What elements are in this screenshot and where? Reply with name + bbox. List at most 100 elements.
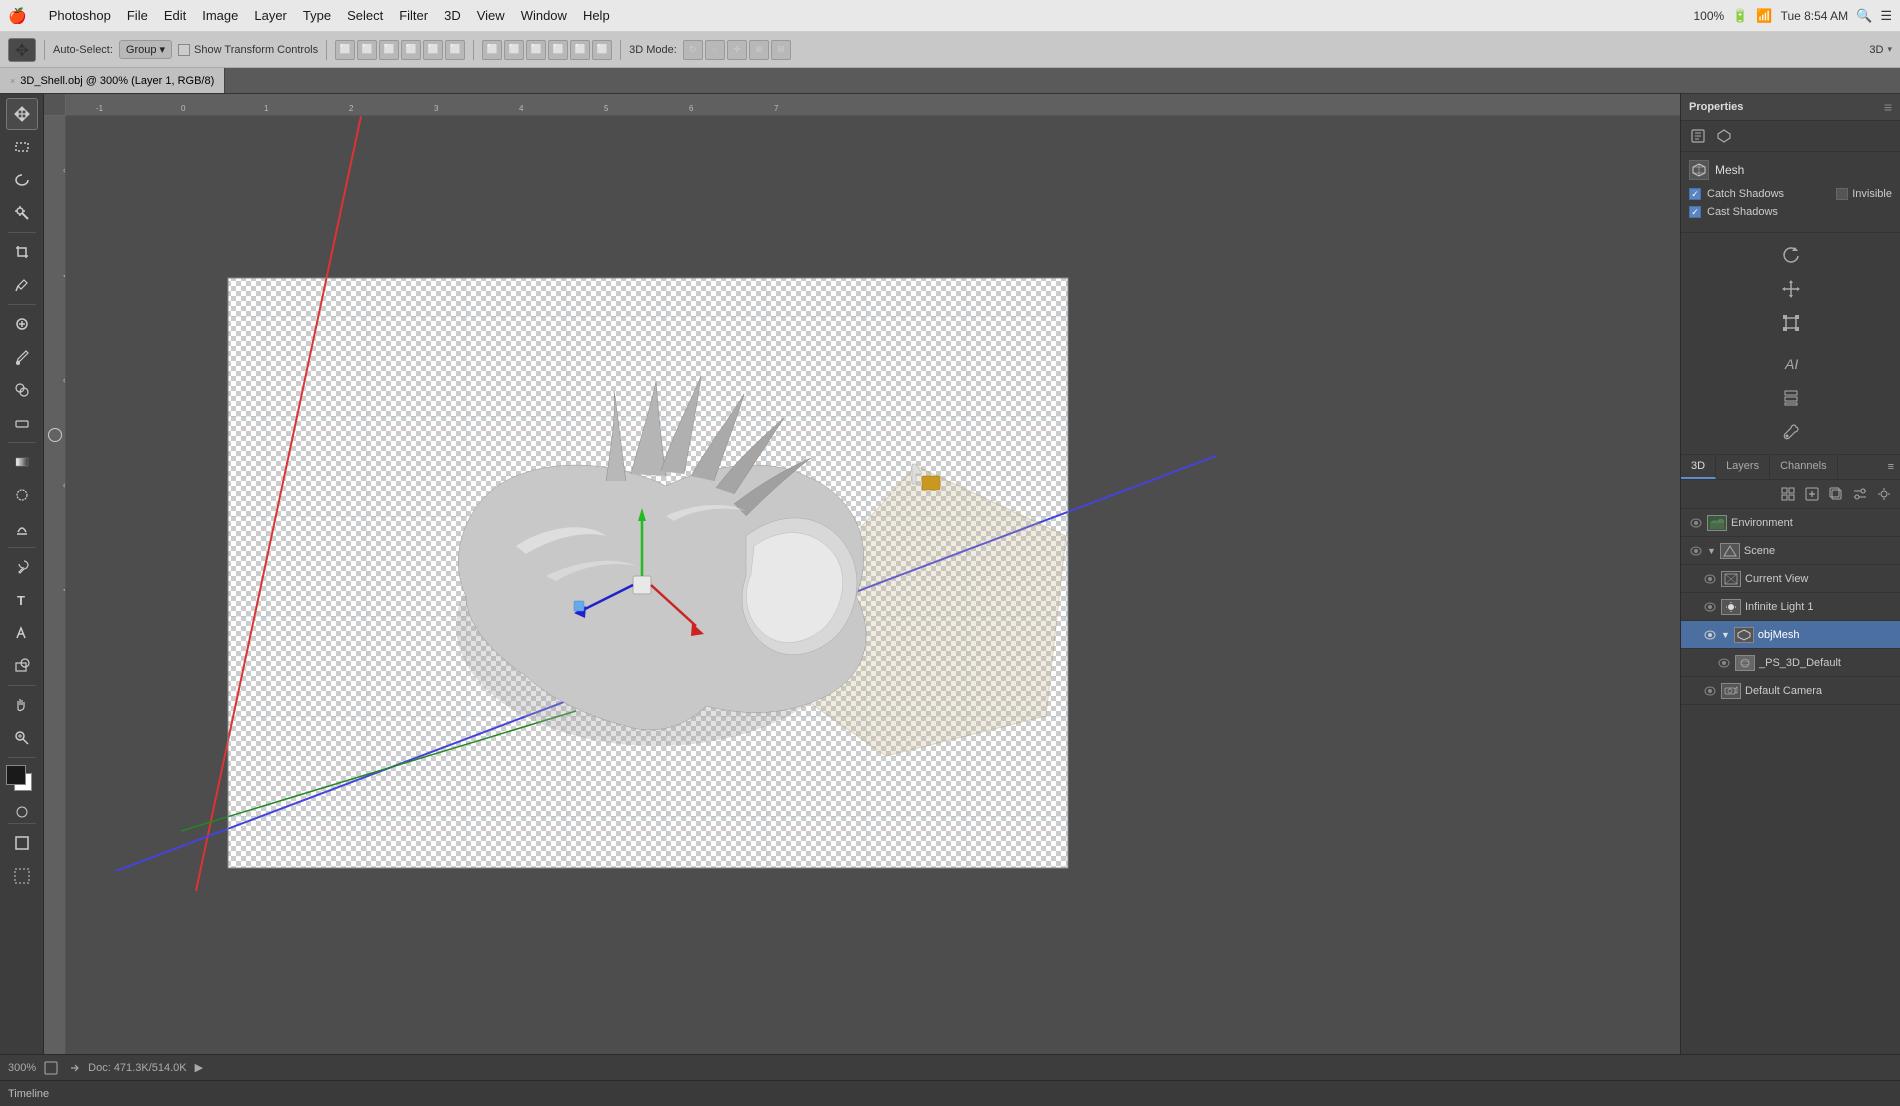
rotate-icon[interactable] (1777, 241, 1805, 269)
scene-expand-arrow[interactable]: ▼ (1707, 546, 1716, 556)
align-left-icon[interactable]: ⬜ (335, 40, 355, 60)
apple-logo-icon[interactable]: 🍎 (8, 7, 27, 25)
canvas-size-indicator[interactable] (44, 1061, 58, 1075)
brush-tool-btn[interactable] (6, 341, 38, 373)
distribute-center-v-icon[interactable]: ⬜ (548, 40, 568, 60)
layer-item-infinite-light[interactable]: Infinite Light 1 (1681, 593, 1900, 621)
panel-menu-icon[interactable]: ≡ (1888, 461, 1894, 473)
menu-edit[interactable]: Edit (156, 6, 194, 25)
menu-photoshop[interactable]: Photoshop (41, 6, 119, 25)
wrench-icon[interactable] (1777, 418, 1805, 446)
menu-extra-icon[interactable]: ☰ (1880, 8, 1892, 24)
scale-icon[interactable] (1777, 309, 1805, 337)
menu-window[interactable]: Window (513, 6, 575, 25)
shape-tool-btn[interactable] (6, 650, 38, 682)
mode-dropdown-arrow[interactable]: ▾ (1887, 44, 1892, 55)
hand-tool-btn[interactable] (6, 689, 38, 721)
3d-scale-icon[interactable]: ⊞ (771, 40, 791, 60)
screen-mode-btn[interactable] (6, 827, 38, 859)
layer-vis-objmesh[interactable] (1703, 628, 1717, 642)
3d-rotate-icon[interactable]: ↻ (683, 40, 703, 60)
distribute-v-icon[interactable]: ⬜ (504, 40, 524, 60)
cast-shadows-checkbox[interactable] (1689, 206, 1701, 218)
properties-filter-icon[interactable] (1687, 125, 1709, 147)
distribute-bottom-icon[interactable]: ⬜ (592, 40, 612, 60)
rectangle-select-tool-btn[interactable] (6, 131, 38, 163)
pen-tool-btn[interactable] (6, 551, 38, 583)
invisible-checkbox[interactable] (1836, 188, 1848, 200)
layer-item-ps3d-default[interactable]: _PS_3D_Default (1681, 649, 1900, 677)
layer-item-current-view[interactable]: Current View (1681, 565, 1900, 593)
distribute-right-icon[interactable]: ⬜ (570, 40, 590, 60)
layer-vis-infinite-light[interactable] (1703, 600, 1717, 614)
menu-filter[interactable]: Filter (391, 6, 436, 25)
blur-tool-btn[interactable] (6, 479, 38, 511)
tab-layers[interactable]: Layers (1716, 455, 1770, 479)
distribute-h-icon[interactable]: ⬜ (482, 40, 502, 60)
settings-icon[interactable] (1777, 384, 1805, 412)
path-select-tool-btn[interactable] (6, 617, 38, 649)
menu-help[interactable]: Help (575, 6, 618, 25)
layer-light-icon[interactable] (1874, 484, 1894, 504)
3d-roll-icon[interactable]: ○ (705, 40, 725, 60)
menu-file[interactable]: File (119, 6, 156, 25)
layer-item-default-camera[interactable]: Default Camera (1681, 677, 1900, 705)
menu-layer[interactable]: Layer (246, 6, 295, 25)
eyedropper-tool-btn[interactable] (6, 269, 38, 301)
type-icon[interactable]: AI (1777, 350, 1805, 378)
menu-image[interactable]: Image (194, 6, 246, 25)
magic-wand-tool-btn[interactable] (6, 197, 38, 229)
lasso-tool-btn[interactable] (6, 164, 38, 196)
healing-tool-btn[interactable] (6, 308, 38, 340)
share-indicator[interactable] (66, 1061, 80, 1075)
tab-close-btn[interactable]: × (10, 76, 15, 86)
type-tool-btn[interactable]: T (6, 584, 38, 616)
doc-info-arrow[interactable]: ▶ (195, 1061, 203, 1074)
layer-arrange-icon[interactable] (1778, 484, 1798, 504)
search-icon[interactable]: 🔍 (1856, 8, 1872, 24)
layer-copy-icon[interactable] (1826, 484, 1846, 504)
align-center-h-icon[interactable]: ⬜ (357, 40, 377, 60)
document-tab[interactable]: × 3D_Shell.obj @ 300% (Layer 1, RGB/8) (0, 68, 225, 93)
gradient-tool-btn[interactable] (6, 446, 38, 478)
canvas-area[interactable]: -1 0 1 2 3 4 5 6 7 0 1 2 3 4 (44, 94, 1680, 1080)
eraser-tool-btn[interactable] (6, 407, 38, 439)
layer-add-icon[interactable] (1802, 484, 1822, 504)
auto-select-dropdown[interactable]: Group ▾ (119, 40, 172, 59)
3d-slide-icon[interactable]: ⊕ (749, 40, 769, 60)
crop-tool-btn[interactable] (6, 236, 38, 268)
layers-list[interactable]: Environment ▼ Scene (1681, 509, 1900, 1080)
align-center-v-icon[interactable]: ⬜ (423, 40, 443, 60)
menu-3d[interactable]: 3D (436, 6, 469, 25)
move-tool-icon[interactable] (8, 38, 36, 62)
color-swatches[interactable] (4, 765, 40, 797)
align-top-icon[interactable]: ⬜ (401, 40, 421, 60)
layer-vis-ps3d-default[interactable] (1717, 656, 1731, 670)
quick-mask-icon[interactable] (14, 804, 30, 820)
distribute-center-h-icon[interactable]: ⬜ (526, 40, 546, 60)
properties-expand-icon[interactable]: ≡ (1884, 99, 1892, 115)
show-transform-checkbox[interactable] (178, 44, 190, 56)
layer-item-objmesh[interactable]: ▼ objMesh (1681, 621, 1900, 649)
menu-type[interactable]: Type (295, 6, 339, 25)
canvas-viewport[interactable] (66, 116, 1680, 1080)
tab-3d[interactable]: 3D (1681, 455, 1716, 479)
foreground-color-swatch[interactable] (6, 765, 26, 785)
3d-pan-icon[interactable]: ✛ (727, 40, 747, 60)
layer-item-scene[interactable]: ▼ Scene (1681, 537, 1900, 565)
layer-item-environment[interactable]: Environment (1681, 509, 1900, 537)
catch-shadows-checkbox[interactable] (1689, 188, 1701, 200)
clone-tool-btn[interactable] (6, 374, 38, 406)
properties-mesh-icon[interactable] (1713, 125, 1735, 147)
artboard-btn[interactable] (6, 860, 38, 892)
objmesh-expand-arrow[interactable]: ▼ (1721, 630, 1730, 640)
menu-select[interactable]: Select (339, 6, 391, 25)
layer-vis-current-view[interactable] (1703, 572, 1717, 586)
layer-vis-default-camera[interactable] (1703, 684, 1717, 698)
align-right-icon[interactable]: ⬜ (379, 40, 399, 60)
zoom-tool-btn[interactable] (6, 722, 38, 754)
layer-vis-environment[interactable] (1689, 516, 1703, 530)
menu-view[interactable]: View (469, 6, 513, 25)
tab-channels[interactable]: Channels (1770, 455, 1837, 479)
layer-filter-icon[interactable] (1850, 484, 1870, 504)
